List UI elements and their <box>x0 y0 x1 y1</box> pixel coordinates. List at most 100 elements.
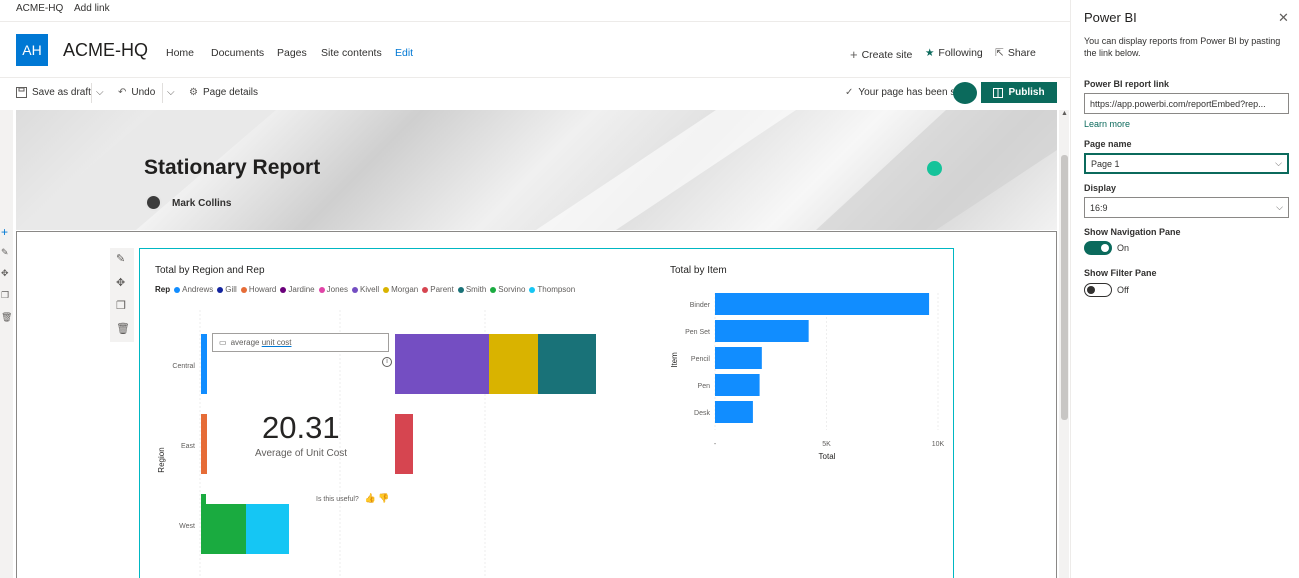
legend-item[interactable]: Jardine <box>280 285 315 294</box>
x-tick-label: - <box>714 441 717 448</box>
legend-item[interactable]: Howard <box>240 285 276 294</box>
add-link[interactable]: Add link <box>74 3 110 14</box>
bar-pen-set <box>715 320 809 342</box>
scrollbar-thumb[interactable] <box>1061 155 1068 420</box>
y-axis-title: Item <box>670 352 679 368</box>
legend-item[interactable]: Gill <box>217 285 237 294</box>
author-name[interactable]: Mark Collins <box>172 198 231 209</box>
delete-section-icon[interactable]: 🗑 <box>1 312 12 323</box>
display-dropdown[interactable]: 16:9 ⌵ <box>1084 197 1289 218</box>
duplicate-section-icon[interactable]: ❐ <box>1 290 9 301</box>
following-button[interactable]: ★ Following <box>925 47 983 59</box>
legend-item[interactable]: Smith <box>457 285 486 294</box>
qna-input[interactable]: ▭ average unit cost <box>212 333 389 352</box>
y-tick-label: Central <box>172 363 195 370</box>
suite-bar: ACME-HQ Add link <box>0 0 1070 18</box>
divider <box>0 77 1070 78</box>
legend-item[interactable]: Morgan <box>383 285 418 294</box>
share-button[interactable]: ⇱ Share <box>995 47 1036 59</box>
display-label: Display <box>1084 183 1117 193</box>
tooltip-pointer <box>953 82 977 104</box>
legend-item[interactable]: Andrews <box>174 285 213 294</box>
legend-item[interactable]: Kivell <box>352 285 379 294</box>
check-icon: ✓ <box>845 87 854 98</box>
site-logo[interactable]: AH <box>16 34 48 66</box>
thumbs-down-icon[interactable]: 👎 <box>378 493 389 503</box>
close-icon[interactable]: ✕ <box>1278 10 1289 26</box>
bar-east-howard <box>201 414 207 474</box>
legend-title: Rep <box>155 285 171 294</box>
share-icon: ⇱ <box>995 47 1004 59</box>
y-tick-label: Desk <box>694 410 710 417</box>
pane-title: Power BI <box>1084 10 1137 25</box>
kpi-label: Average of Unit Cost <box>255 448 348 459</box>
undo-button[interactable]: ↶ Undo <box>118 87 155 98</box>
save-icon <box>16 87 27 98</box>
add-section-icon[interactable]: + <box>1 225 8 239</box>
x-axis-title: Total <box>819 452 836 461</box>
create-site-button[interactable]: + Create site <box>850 47 912 62</box>
nav-pane-label: Show Navigation Pane <box>1084 227 1181 237</box>
edit-section-icon[interactable]: ✎ <box>1 247 9 258</box>
page-details-button[interactable]: ⚙ Page details <box>189 87 258 98</box>
bar-central-morgan <box>489 334 538 394</box>
edit-rail <box>0 110 13 578</box>
nav-home[interactable]: Home <box>166 47 194 59</box>
separator <box>91 83 92 103</box>
bar-binder <box>715 293 930 315</box>
y-tick-label: Pencil <box>691 356 711 363</box>
publish-button[interactable]: Publish <box>981 82 1057 103</box>
scroll-up-icon[interactable]: ▲ <box>1061 110 1068 117</box>
y-tick-label: West <box>179 523 195 530</box>
learn-more-link[interactable]: Learn more <box>1084 119 1130 129</box>
page-title[interactable]: Stationary Report <box>144 156 320 180</box>
nav-pages[interactable]: Pages <box>277 47 307 59</box>
nav-pane-toggle[interactable] <box>1084 241 1112 255</box>
chevron-down-icon[interactable]: ⌵ <box>167 87 175 98</box>
duplicate-webpart-icon[interactable]: ❐ <box>116 299 126 312</box>
filter-pane-state: Off <box>1117 285 1129 295</box>
grammarly-icon[interactable] <box>927 161 942 176</box>
gear-icon: ⚙ <box>189 87 198 98</box>
kpi-value: 20.31 <box>262 410 340 445</box>
visual-title-region-rep: Total by Region and Rep <box>155 265 265 276</box>
separator <box>162 83 163 103</box>
legend-swatch <box>174 286 181 293</box>
delete-webpart-icon[interactable]: 🗑 <box>116 322 130 335</box>
nav-site-contents[interactable]: Site contents <box>321 47 382 59</box>
avatar <box>145 194 162 211</box>
edit-webpart-icon[interactable]: ✎ <box>116 252 125 265</box>
chevron-down-icon[interactable]: ⌵ <box>96 87 104 98</box>
save-draft-button[interactable]: Save as draft <box>16 87 91 98</box>
filter-pane-toggle[interactable] <box>1084 283 1112 297</box>
bar-west-andrews <box>201 494 206 504</box>
divider <box>0 21 1070 22</box>
nav-documents[interactable]: Documents <box>211 47 264 59</box>
move-webpart-icon[interactable]: ✥ <box>116 276 125 289</box>
info-icon[interactable]: i <box>382 357 392 367</box>
nav-pane-state: On <box>1117 243 1130 253</box>
site-link[interactable]: ACME-HQ <box>16 3 63 14</box>
legend-item[interactable]: Thompson <box>529 285 575 294</box>
bar-pencil <box>715 347 762 369</box>
thumbs-up-icon[interactable]: 👍 <box>365 493 376 503</box>
chevron-down-icon: ⌵ <box>1275 158 1282 168</box>
legend-item[interactable]: Sorvino <box>490 285 525 294</box>
comment-icon: ▭ <box>219 338 227 347</box>
move-section-icon[interactable]: ✥ <box>1 268 9 279</box>
legend-item[interactable]: Jones <box>318 285 348 294</box>
x-tick-label: 5K <box>822 441 831 448</box>
item-chart[interactable]: Item Total - 5K 10K Binder Pen Set Pencil Pen D… <box>665 285 955 465</box>
visual-title-item: Total by Item <box>670 265 727 276</box>
qna-text: average unit cost <box>230 338 292 347</box>
legend-item[interactable]: Parent <box>422 285 454 294</box>
bar-desk <box>715 401 753 423</box>
report-link-input[interactable]: https://app.powerbi.com/reportEmbed?rep.… <box>1084 93 1289 114</box>
bar-central-andrews <box>201 334 207 394</box>
filter-pane-label: Show Filter Pane <box>1084 268 1157 278</box>
bar-west-thompson <box>246 504 289 554</box>
bar-pen <box>715 374 760 396</box>
nav-edit[interactable]: Edit <box>395 47 413 59</box>
page-name-dropdown[interactable]: Page 1 ⌵ <box>1084 153 1289 174</box>
site-title[interactable]: ACME-HQ <box>63 40 148 61</box>
